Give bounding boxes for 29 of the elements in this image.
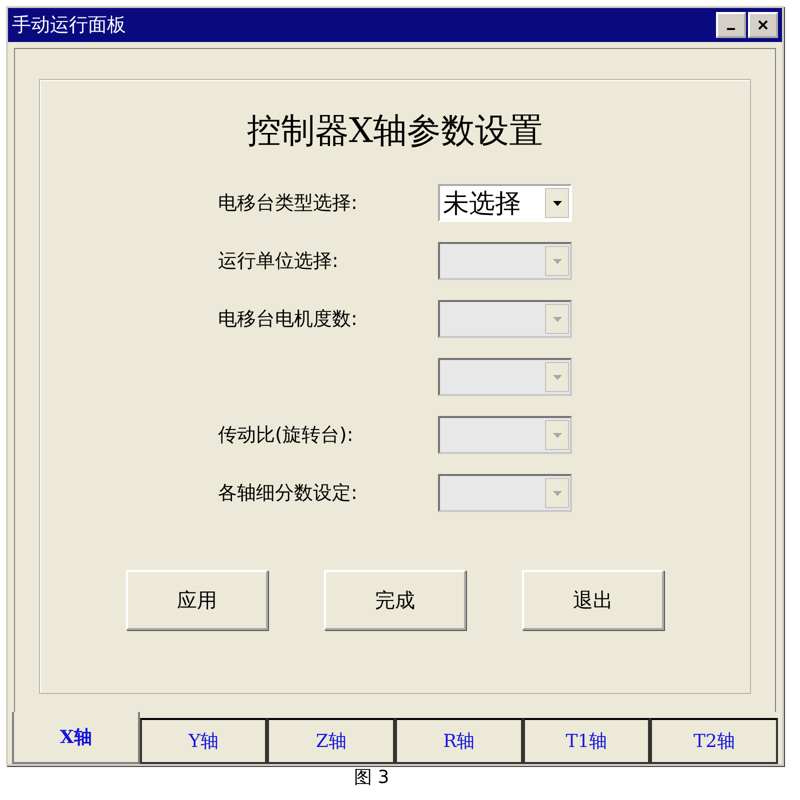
action-button[interactable]: 退出: [522, 570, 664, 630]
minimize-button[interactable]: [716, 12, 746, 38]
action-button[interactable]: 应用: [126, 570, 268, 630]
tab[interactable]: Z轴: [267, 718, 396, 764]
tab[interactable]: R轴: [395, 718, 523, 764]
minimize-icon: [727, 28, 735, 30]
caret-icon: [552, 374, 562, 380]
field-label: 运行单位选择:: [218, 249, 340, 274]
field-label: 电移台电机度数:: [218, 307, 358, 332]
caret-icon: [552, 316, 562, 322]
tab[interactable]: Y轴: [140, 718, 268, 764]
panel-heading: 控制器X轴参数设置: [246, 110, 544, 153]
figure-caption: 图 3: [354, 768, 390, 788]
caret-icon: [552, 432, 562, 438]
window-title: 手动运行面板: [12, 13, 126, 38]
field-label: 传动比(旋转台):: [218, 423, 354, 448]
caret-icon: [552, 490, 562, 496]
field-label: 各轴细分数设定:: [218, 481, 358, 506]
close-icon: [758, 20, 768, 30]
caret-icon: [552, 200, 562, 206]
tab[interactable]: X轴: [12, 712, 140, 764]
caret-icon: [552, 258, 562, 264]
field-label: 电移台类型选择:: [218, 191, 358, 216]
tab[interactable]: T2轴: [650, 718, 778, 764]
close-button[interactable]: [748, 12, 778, 38]
tab[interactable]: T1轴: [522, 718, 650, 764]
dropdown-field[interactable]: 未选择: [438, 184, 572, 222]
dropdown-arrow-button[interactable]: [545, 188, 569, 218]
action-button[interactable]: 完成: [324, 570, 466, 630]
